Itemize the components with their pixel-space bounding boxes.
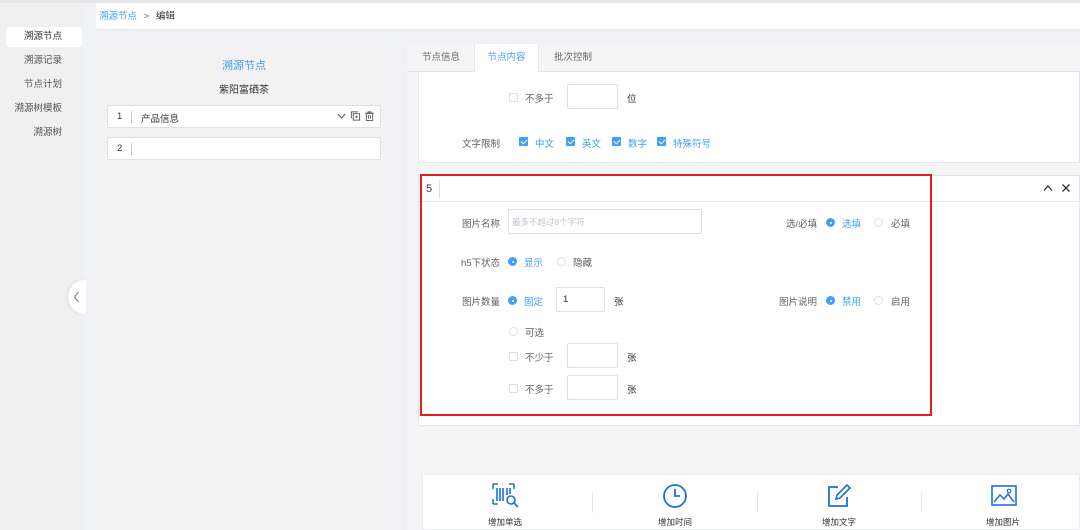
add-time-button[interactable]: 增加时间 bbox=[593, 475, 757, 530]
add-image-button[interactable]: 增加图片 bbox=[921, 475, 1080, 530]
optional-radio-label: 选填 bbox=[842, 219, 862, 230]
min-count-unit: 张 bbox=[627, 353, 637, 364]
node-divider bbox=[131, 143, 132, 155]
breadcrumb-link[interactable]: 溯源节点 bbox=[99, 11, 137, 22]
copy-icon[interactable] bbox=[350, 110, 361, 122]
nav-item-node-plan[interactable]: 节点计划 bbox=[0, 75, 82, 95]
special-chars-label: 特殊符号 bbox=[673, 139, 712, 150]
hide-radio-label: 隐藏 bbox=[573, 258, 593, 269]
edit-icon bbox=[828, 483, 852, 507]
add-field-toolbar: 增加单选 增加时间 增加文字 增加图片 bbox=[422, 474, 1080, 530]
selectable-radio[interactable] bbox=[509, 327, 518, 336]
barcode-search-icon bbox=[492, 483, 519, 508]
image-name-input[interactable] bbox=[508, 209, 702, 234]
add-text-label: 增加文字 bbox=[821, 517, 856, 527]
image-name-field[interactable] bbox=[509, 210, 701, 233]
add-single-choice-label: 增加单选 bbox=[487, 517, 522, 527]
max-length-checkbox[interactable] bbox=[509, 93, 518, 102]
chinese-label: 中文 bbox=[535, 139, 555, 150]
nav-item-trace-node[interactable]: 溯源节点 bbox=[6, 27, 82, 47]
digits-checkbox[interactable] bbox=[612, 137, 621, 146]
add-text-button[interactable]: 增加文字 bbox=[757, 475, 921, 530]
hide-radio[interactable] bbox=[557, 257, 566, 266]
show-radio[interactable] bbox=[508, 257, 517, 266]
node-row[interactable]: 1 产品信息 bbox=[107, 105, 381, 128]
add-image-label: 增加图片 bbox=[985, 517, 1020, 527]
text-field-card: 不多于 位 文字限制 中文 英文 数字 特殊符号 bbox=[418, 72, 1080, 163]
chevron-down-icon[interactable] bbox=[336, 110, 347, 122]
panel-title: 溯源节点 bbox=[222, 60, 266, 72]
add-time-label: 增加时间 bbox=[657, 517, 692, 527]
left-nav: 溯源节点 溯源记录 节点计划 溯源树模板 溯源树 bbox=[0, 3, 82, 530]
enable-radio[interactable] bbox=[874, 296, 883, 305]
panel-subtitle: 紫阳富硒茶 bbox=[219, 85, 269, 96]
node-list-panel: 溯源节点 紫阳富硒茶 1 产品信息 2 bbox=[96, 44, 392, 530]
chevron-left-icon bbox=[73, 291, 79, 303]
max-length-input[interactable] bbox=[567, 84, 618, 109]
tab-node-info[interactable]: 节点信息 bbox=[409, 44, 473, 72]
max-length-label: 不多于 bbox=[525, 94, 554, 105]
digits-label: 数字 bbox=[628, 139, 648, 150]
fixed-count-input[interactable]: 1 bbox=[556, 287, 605, 312]
max-length-unit: 位 bbox=[627, 94, 637, 105]
image-field-card: 5 图片名称 选/必填 选填 必填 h5下状态 显示 隐藏 图片数量 固定 1 … bbox=[418, 175, 1080, 426]
image-name-label: 图片名称 bbox=[462, 219, 501, 230]
tab-bar: 节点信息 节点内容 批次控制 bbox=[407, 44, 1080, 73]
breadcrumb-separator: > bbox=[143, 11, 150, 22]
node-row[interactable]: 2 bbox=[107, 137, 381, 160]
add-single-choice-button[interactable]: 增加单选 bbox=[423, 475, 587, 530]
max-count-label: 不多于 bbox=[525, 385, 554, 396]
chevron-up-icon[interactable] bbox=[1043, 184, 1053, 192]
required-radio-label: 必填 bbox=[891, 219, 911, 230]
min-count-input[interactable] bbox=[567, 343, 618, 368]
nav-item-trace-tree[interactable]: 溯源树 bbox=[0, 123, 82, 143]
node-divider bbox=[131, 111, 132, 123]
optional-radio[interactable] bbox=[826, 218, 835, 227]
chinese-checkbox[interactable] bbox=[519, 137, 528, 146]
text-limit-label: 文字限制 bbox=[462, 139, 501, 150]
max-count-input[interactable] bbox=[567, 375, 618, 400]
image-count-label: 图片数量 bbox=[462, 297, 501, 308]
fixed-radio-label: 固定 bbox=[524, 297, 544, 308]
min-count-checkbox[interactable] bbox=[509, 352, 518, 361]
enable-radio-label: 启用 bbox=[891, 297, 911, 308]
english-checkbox[interactable] bbox=[566, 137, 575, 146]
breadcrumb: 溯源节点 > 编辑 bbox=[96, 3, 1080, 30]
show-radio-label: 显示 bbox=[524, 258, 544, 269]
trash-icon[interactable] bbox=[364, 110, 375, 122]
field-index: 5 bbox=[426, 183, 433, 195]
min-count-label: 不少于 bbox=[525, 353, 554, 364]
disable-radio-label: 禁用 bbox=[842, 297, 862, 308]
nav-item-tree-template[interactable]: 溯源树模板 bbox=[0, 99, 82, 119]
header-divider bbox=[439, 180, 440, 198]
clock-icon bbox=[663, 484, 687, 508]
image-field-header: 5 bbox=[419, 176, 1080, 202]
tab-batch-control[interactable]: 批次控制 bbox=[541, 44, 605, 72]
node-index: 2 bbox=[117, 143, 123, 154]
close-icon[interactable] bbox=[1061, 183, 1071, 193]
selectable-radio-label: 可选 bbox=[525, 328, 545, 339]
node-editor-panel: 节点信息 节点内容 批次控制 不多于 位 文字限制 中文 英文 数字 特殊符号 … bbox=[407, 44, 1080, 530]
node-label: 产品信息 bbox=[141, 114, 180, 125]
fixed-count-unit: 张 bbox=[614, 297, 624, 308]
max-count-checkbox[interactable] bbox=[509, 384, 518, 393]
h5-status-label: h5下状态 bbox=[461, 258, 501, 269]
special-chars-checkbox[interactable] bbox=[657, 137, 666, 146]
required-label: 选/必填 bbox=[786, 219, 818, 230]
disable-radio[interactable] bbox=[826, 296, 835, 305]
fixed-radio[interactable] bbox=[508, 296, 517, 305]
max-count-unit: 张 bbox=[627, 385, 637, 396]
node-index: 1 bbox=[117, 111, 123, 122]
image-icon bbox=[991, 485, 1017, 506]
tab-node-content[interactable]: 节点内容 bbox=[474, 44, 539, 73]
english-label: 英文 bbox=[582, 139, 602, 150]
image-desc-label: 图片说明 bbox=[779, 297, 818, 308]
required-radio[interactable] bbox=[874, 218, 883, 227]
breadcrumb-current: 编辑 bbox=[155, 11, 175, 22]
nav-item-trace-record[interactable]: 溯源记录 bbox=[0, 51, 82, 71]
